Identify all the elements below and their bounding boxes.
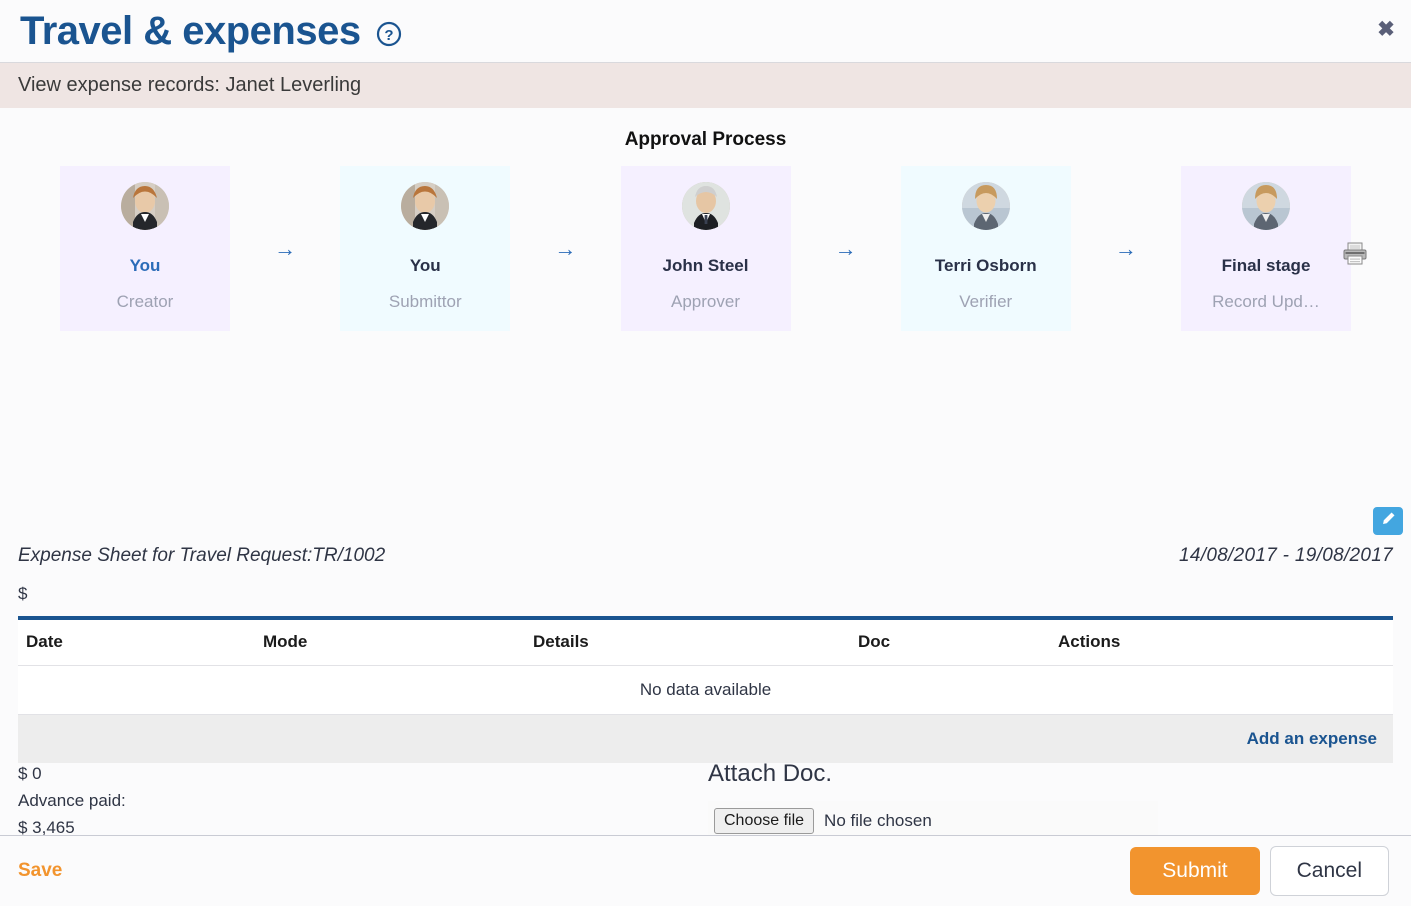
approval-stage-name: You	[130, 256, 161, 276]
approval-stage-role: Submittor	[389, 292, 462, 312]
column-header-doc[interactable]: Doc	[858, 618, 1058, 666]
pencil-edit-icon	[1381, 511, 1396, 531]
advance-paid-label: Advance paid:	[18, 787, 708, 814]
totals-and-attachment-section: $ 0 Advance paid: $ 3,465 Total amount d…	[18, 760, 1393, 836]
attachment-column: Attach Doc. Choose file No file chosen	[708, 760, 1393, 836]
table-footer-cell: Add an expense	[18, 715, 1393, 764]
approval-arrow-icon: →	[230, 166, 340, 331]
submit-button[interactable]: Submit	[1130, 847, 1259, 895]
page-title: Travel & expenses	[20, 11, 361, 51]
travel-expenses-modal: Travel & expenses ? ✖ View expense recor…	[0, 0, 1411, 906]
approval-process-title: Approval Process	[0, 108, 1411, 151]
cancel-button[interactable]: Cancel	[1270, 846, 1389, 896]
empty-state-message: No data available	[18, 666, 1393, 715]
attach-doc-title: Attach Doc.	[708, 760, 1393, 788]
file-input-row[interactable]: Choose file No file chosen	[708, 801, 1158, 836]
totals-column: $ 0 Advance paid: $ 3,465 Total amount d…	[18, 760, 708, 836]
avatar	[121, 182, 169, 230]
avatar	[401, 182, 449, 230]
approval-stage-final[interactable]: Final stage Record Upd…	[1181, 166, 1351, 331]
save-button[interactable]: Save	[18, 860, 62, 882]
approval-stage-name: Terri Osborn	[935, 256, 1037, 276]
no-file-chosen-label: No file chosen	[824, 811, 932, 831]
approval-stage-role: Creator	[117, 292, 174, 312]
modal-body: Approval Process	[0, 108, 1411, 836]
column-header-details[interactable]: Details	[533, 618, 858, 666]
expense-sheet-header: Expense Sheet for Travel Request:TR/1002…	[18, 545, 1393, 567]
approval-stage-role: Verifier	[959, 292, 1012, 312]
approval-stage-approver[interactable]: John Steel Approver	[621, 166, 791, 331]
approval-stage-row: You Creator →	[0, 166, 1411, 331]
avatar	[682, 182, 730, 230]
approval-stage-role: Record Upd…	[1212, 292, 1320, 312]
avatar	[962, 182, 1010, 230]
approval-arrow-icon: →	[1071, 166, 1181, 331]
approval-stage-name: Final stage	[1222, 256, 1311, 276]
printer-icon[interactable]	[1341, 239, 1369, 267]
column-header-date[interactable]: Date	[18, 618, 263, 666]
subtotal-value: $ 0	[18, 760, 708, 787]
record-context-banner: View expense records: Janet Leverling	[0, 63, 1411, 108]
approval-arrow-icon: →	[510, 166, 620, 331]
column-header-mode[interactable]: Mode	[263, 618, 533, 666]
add-an-expense-link[interactable]: Add an expense	[1247, 729, 1377, 748]
expense-sheet-date-range: 14/08/2017 - 19/08/2017	[1179, 545, 1393, 567]
record-context-text: View expense records: Janet Leverling	[18, 74, 361, 97]
expense-sheet-label: Expense Sheet for Travel Request:TR/1002	[18, 545, 385, 567]
approval-stage-submittor[interactable]: You Submittor	[340, 166, 510, 331]
approval-arrow-icon: →	[791, 166, 901, 331]
currency-symbol: $	[18, 584, 27, 604]
table-footer-row: Add an expense	[18, 715, 1393, 764]
column-header-actions[interactable]: Actions	[1058, 618, 1393, 666]
approval-stage-role: Approver	[671, 292, 740, 312]
approval-stage-verifier[interactable]: Terri Osborn Verifier	[901, 166, 1071, 331]
approval-stage-name: You	[410, 256, 441, 276]
modal-footer: Save Submit Cancel	[0, 836, 1411, 906]
approval-stage-name: John Steel	[663, 256, 749, 276]
avatar	[1242, 182, 1290, 230]
table-empty-row: No data available	[18, 666, 1393, 715]
footer-actions: Submit Cancel	[1130, 846, 1389, 896]
svg-text:?: ?	[384, 27, 393, 44]
approval-stage-creator[interactable]: You Creator	[60, 166, 230, 331]
expenses-table: Date Mode Details Doc Actions No data av…	[18, 616, 1393, 763]
close-icon[interactable]: ✖	[1373, 16, 1399, 42]
modal-header: Travel & expenses ? ✖	[0, 0, 1411, 63]
edit-expense-sheet-button[interactable]	[1373, 507, 1403, 535]
help-circle-icon[interactable]: ?	[375, 20, 403, 48]
advance-paid-value: $ 3,465	[18, 814, 708, 836]
choose-file-button[interactable]: Choose file	[714, 808, 814, 834]
table-header-row: Date Mode Details Doc Actions	[18, 618, 1393, 666]
